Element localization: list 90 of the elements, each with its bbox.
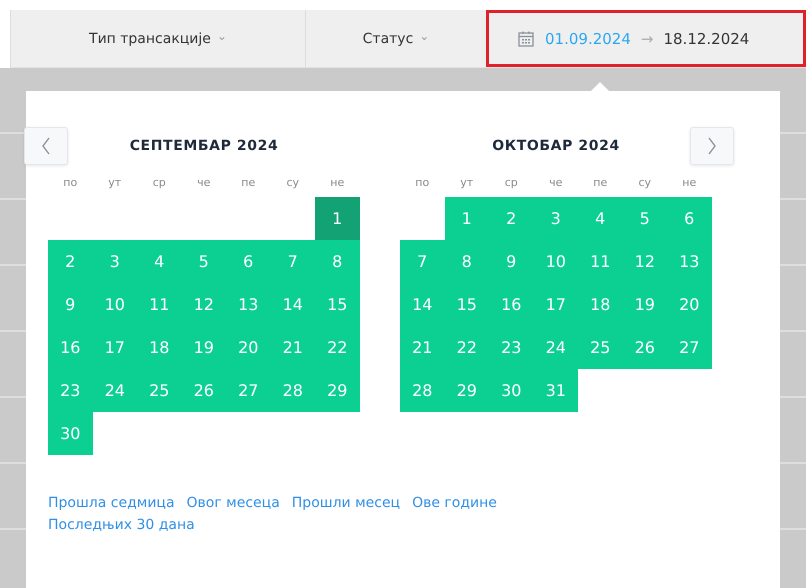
weekday-label: не — [681, 174, 698, 190]
calendar-day[interactable]: 8 — [315, 240, 360, 283]
weekday-label: че — [196, 174, 212, 190]
weekday-label: ут — [107, 174, 122, 190]
calendar-day[interactable]: 17 — [92, 326, 137, 369]
calendar-day[interactable]: 28 — [270, 369, 315, 412]
calendar-day[interactable]: 27 — [226, 369, 270, 412]
calendar-day[interactable]: 30 — [48, 412, 92, 455]
calendar-day[interactable]: 4 — [578, 197, 622, 240]
calendar-day[interactable]: 10 — [92, 283, 137, 326]
weekday-label: ср — [504, 174, 519, 190]
calendar-icon — [517, 30, 535, 48]
calendar-day[interactable]: 30 — [489, 369, 534, 412]
calendar-day[interactable]: 19 — [622, 283, 667, 326]
calendar-day[interactable]: 7 — [400, 240, 444, 283]
calendar-day[interactable]: 3 — [534, 197, 578, 240]
calendar-day[interactable]: 2 — [489, 197, 534, 240]
chevron-left-icon — [41, 137, 51, 155]
weekday-label: ср — [152, 174, 167, 190]
calendar-day[interactable]: 25 — [137, 369, 182, 412]
calendar-day[interactable]: 16 — [48, 326, 92, 369]
calendar-day[interactable]: 24 — [92, 369, 137, 412]
calendar-day[interactable]: 6 — [667, 197, 712, 240]
preset-link[interactable]: Ове године — [412, 495, 497, 511]
calendar-day[interactable]: 12 — [622, 240, 667, 283]
calendar-day[interactable]: 28 — [400, 369, 444, 412]
calendar-day[interactable]: 22 — [444, 326, 489, 369]
calendar-day[interactable]: 21 — [400, 326, 444, 369]
weekday-label: пе — [592, 174, 608, 190]
calendar-day[interactable]: 7 — [270, 240, 315, 283]
calendar-day[interactable]: 27 — [667, 326, 712, 369]
calendar-day[interactable]: 11 — [137, 283, 182, 326]
next-month-button[interactable] — [690, 127, 734, 165]
calendar-day[interactable]: 3 — [92, 240, 137, 283]
calendar-day[interactable]: 31 — [534, 369, 578, 412]
calendar-day[interactable]: 14 — [400, 283, 444, 326]
calendar-day[interactable]: 14 — [270, 283, 315, 326]
filter-dropdown[interactable]: Тип трансакције ⌄ — [10, 10, 305, 67]
chevron-right-icon — [707, 137, 717, 155]
calendar-day[interactable]: 20 — [226, 326, 270, 369]
calendar-day[interactable]: 26 — [622, 326, 667, 369]
date-range-field[interactable]: 01.09.2024 → 18.12.2024 — [486, 10, 806, 67]
month-title: СЕПТЕМБАР 2024 — [130, 138, 278, 154]
calendar-day[interactable]: 18 — [578, 283, 622, 326]
weekday-label: по — [62, 174, 78, 190]
calendar-day[interactable]: 26 — [182, 369, 226, 412]
calendar-day[interactable]: 18 — [137, 326, 182, 369]
weekday-label: пе — [240, 174, 256, 190]
calendar-day[interactable]: 5 — [182, 240, 226, 283]
calendar-day[interactable]: 13 — [667, 240, 712, 283]
calendar-day[interactable]: 10 — [534, 240, 578, 283]
calendar-day[interactable]: 8 — [444, 240, 489, 283]
filter-dropdown[interactable]: Статус ⌄ — [305, 10, 486, 67]
calendar-day[interactable]: 9 — [489, 240, 534, 283]
calendar-day[interactable]: 4 — [137, 240, 182, 283]
calendar-day[interactable]: 1 — [444, 197, 489, 240]
calendar-day[interactable]: 12 — [182, 283, 226, 326]
calendar-day[interactable]: 20 — [667, 283, 712, 326]
weekday-label: ут — [459, 174, 474, 190]
calendar-day[interactable]: 23 — [48, 369, 92, 412]
calendar-day[interactable]: 13 — [226, 283, 270, 326]
calendar-day[interactable]: 15 — [444, 283, 489, 326]
preset-link[interactable]: Последњих 30 дана — [48, 517, 195, 533]
calendar-day[interactable]: 5 — [622, 197, 667, 240]
weekday-label: по — [414, 174, 430, 190]
weekday-label: су — [637, 174, 652, 190]
weekday-label: су — [285, 174, 300, 190]
calendar-day[interactable]: 23 — [489, 326, 534, 369]
calendar-day[interactable]: 1 — [315, 197, 360, 240]
calendar-day[interactable]: 25 — [578, 326, 622, 369]
calendar-day[interactable]: 29 — [444, 369, 489, 412]
calendar-day[interactable]: 11 — [578, 240, 622, 283]
calendar-day[interactable]: 19 — [182, 326, 226, 369]
calendar-day[interactable]: 17 — [534, 283, 578, 326]
calendar-day[interactable]: 2 — [48, 240, 92, 283]
month-title: ОКТОБАР 2024 — [492, 138, 620, 154]
weekday-label: че — [548, 174, 564, 190]
previous-month-button[interactable] — [24, 127, 68, 165]
weekday-label: не — [329, 174, 346, 190]
calendar-day[interactable]: 29 — [315, 369, 360, 412]
calendar-day[interactable]: 16 — [489, 283, 534, 326]
calendar-day[interactable]: 15 — [315, 283, 360, 326]
preset-link[interactable]: Прошла седмица — [48, 495, 175, 511]
preset-link[interactable]: Овог месеца — [186, 495, 280, 511]
calendar-day[interactable]: 6 — [226, 240, 270, 283]
preset-link[interactable]: Прошли месец — [292, 495, 400, 511]
calendar-day[interactable]: 24 — [534, 326, 578, 369]
calendar-day[interactable]: 21 — [270, 326, 315, 369]
calendar-day[interactable]: 22 — [315, 326, 360, 369]
calendar-day[interactable]: 9 — [48, 283, 92, 326]
